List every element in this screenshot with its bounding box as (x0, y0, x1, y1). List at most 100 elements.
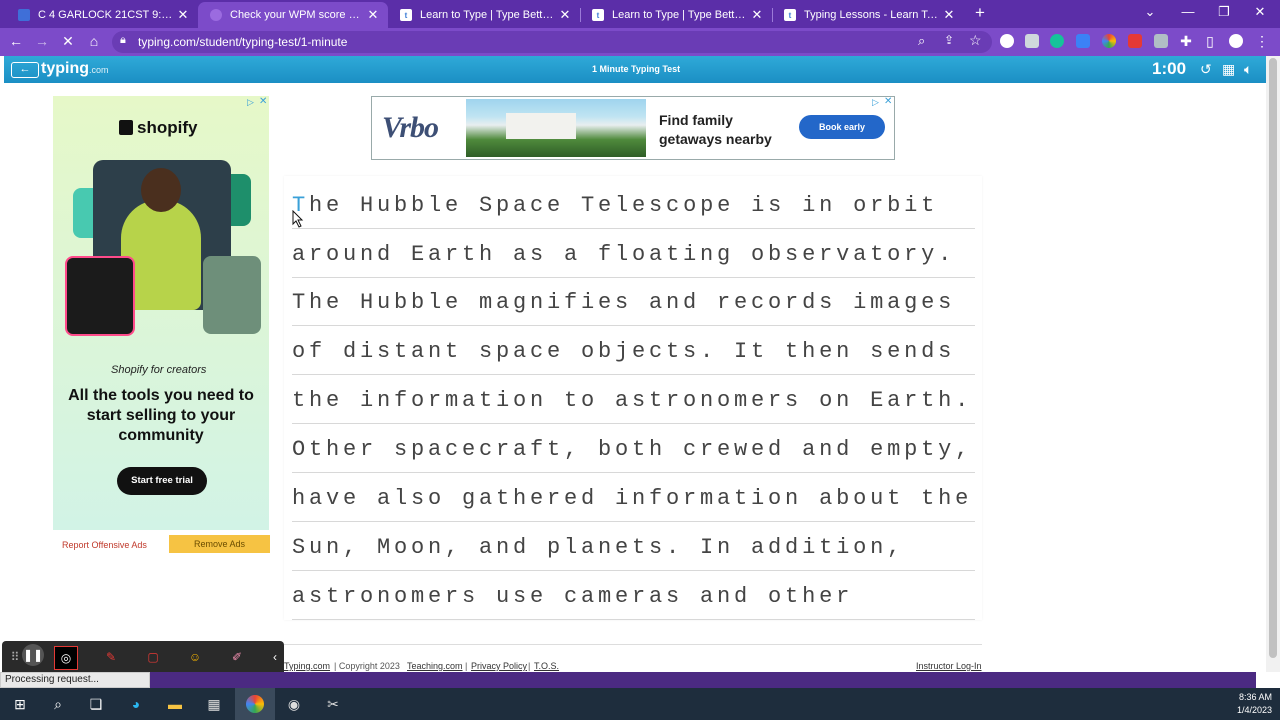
task-view-icon[interactable]: ❏ (86, 694, 106, 714)
scrollbar-thumb[interactable] (1269, 58, 1277, 658)
close-icon[interactable]: ✕ (364, 7, 382, 23)
status-bar: Processing request... (0, 672, 150, 688)
line-text: Sun, Moon, and planets. In addition, (292, 535, 905, 560)
tab-learn-to-type-1[interactable]: t Learn to Type | Type Better | Type ✕ (388, 2, 580, 28)
privacy-policy-link[interactable]: Privacy Policy (471, 661, 527, 671)
back-icon[interactable]: ← (6, 33, 26, 49)
calculator-icon[interactable]: ▦ (204, 694, 224, 714)
new-tab-button[interactable]: + (966, 3, 994, 23)
close-icon[interactable]: ✕ (174, 7, 192, 23)
chrome-taskbar-icon[interactable] (235, 688, 275, 720)
recorder-app-icon[interactable]: ◉ (284, 694, 304, 714)
extension-icon[interactable] (1076, 34, 1090, 48)
puzzle-extensions-icon[interactable]: ✚ (1176, 33, 1196, 50)
chrome-extension-icon[interactable] (1102, 34, 1116, 48)
back-arrow-button[interactable]: ← (11, 62, 39, 78)
lock-icon: 🔒︎ (120, 34, 126, 46)
separator: | (528, 661, 531, 671)
eraser-icon[interactable]: ✐ (226, 646, 248, 668)
typing-logo[interactable]: typing.com (41, 60, 109, 78)
url-text[interactable]: typing.com/student/typing-test/1-minute (138, 35, 347, 49)
close-icon[interactable]: ✕ (940, 7, 958, 23)
remove-ads-button[interactable]: Remove Ads (169, 535, 270, 553)
typing-text-panel[interactable]: The Hubble Space Telescope is in orbit a… (284, 176, 982, 620)
maximize-icon[interactable]: ❐ (1210, 4, 1238, 20)
window-close-icon[interactable]: ✕ (1246, 4, 1274, 20)
typing-icon: t (784, 9, 796, 21)
profile-avatar-icon[interactable] (1229, 34, 1243, 48)
adchoices-icon[interactable]: ▷ (247, 97, 254, 108)
zoom-search-icon[interactable]: ⌕ (918, 33, 925, 49)
rectangle-icon[interactable]: ▢ (142, 646, 164, 668)
bookmark-star-icon[interactable]: ☆ (969, 32, 982, 49)
purple-strip (150, 672, 1256, 688)
address-bar[interactable]: 🔒︎ typing.com/student/typing-test/1-minu… (112, 31, 992, 53)
windows-start-icon[interactable]: ⊞ (10, 694, 30, 714)
reload-icon[interactable]: ✕ (58, 33, 78, 50)
menu-kebab-icon[interactable]: ⋮ (1252, 33, 1272, 50)
tab-classroom[interactable]: C 4 GARLOCK 21CST 9:05-9:45 ✕ (6, 2, 198, 28)
ad-tagline: Shopify for creators (111, 364, 207, 376)
tab-title: Learn to Type | Type Better | Type (420, 9, 556, 21)
digital-art-card (65, 256, 135, 336)
collapse-chevron-icon[interactable]: ‹ (264, 646, 286, 668)
extension-icon[interactable] (1000, 34, 1014, 48)
ad-line-2: getaways nearby (659, 131, 772, 147)
report-offensive-ads-link[interactable]: Report Offensive Ads (62, 540, 147, 550)
forward-icon[interactable]: → (32, 33, 52, 49)
screen-recorder-toolbar: ⠿ ❚❚ ◎ ✎ ▢ ☺ ✐ ‹ (2, 641, 284, 676)
extension-icon[interactable] (1128, 34, 1142, 48)
tos-link[interactable]: T.O.S. (534, 661, 559, 671)
tab-wpm-check[interactable]: Check your WPM score with a fr ✕ (198, 2, 388, 28)
record-icon[interactable]: ◎ (54, 646, 78, 670)
shopify-ad[interactable]: ▷ ✕ shopify Shopify for creators All the… (53, 96, 269, 530)
typing-com-link[interactable]: Typing.com (284, 661, 330, 671)
ad-close-icon[interactable]: ✕ (884, 96, 892, 107)
share-icon[interactable]: ⇪ (944, 33, 954, 47)
extension-icon[interactable] (1025, 34, 1039, 48)
stats-icon[interactable]: ▦ (1222, 61, 1235, 78)
home-icon[interactable]: ⌂ (84, 33, 104, 49)
sound-icon[interactable]: 🔈︎ (1244, 61, 1252, 78)
tab-search-icon[interactable]: ⌄ (1136, 4, 1164, 20)
typing-icon: t (592, 9, 604, 21)
grammarly-icon[interactable] (1050, 34, 1064, 48)
snipping-tool-icon[interactable]: ✂ (323, 694, 343, 714)
ad-headline: All the tools you need to start selling … (68, 387, 254, 444)
ad-close-icon[interactable]: ✕ (259, 96, 267, 107)
text-line: Other spacecraft, both crewed and empty, (292, 423, 975, 473)
browser-tab-strip: C 4 GARLOCK 21CST 9:05-9:45 ✕ Check your… (0, 0, 1280, 28)
pen-icon[interactable]: ✎ (100, 646, 122, 668)
tab-title: C 4 GARLOCK 21CST 9:05-9:45 (38, 9, 174, 21)
tab-learn-to-type-2[interactable]: t Learn to Type | Type Better | Type ✕ (580, 2, 772, 28)
adchoices-icon[interactable]: ▷ (872, 97, 879, 108)
extension-icon[interactable] (1154, 34, 1168, 48)
search-icon[interactable]: ⌕ (48, 694, 68, 714)
book-early-button[interactable]: Book early (799, 115, 885, 139)
page-scrollbar[interactable] (1266, 56, 1280, 672)
text-line: around Earth as a floating observatory. (292, 228, 975, 278)
edge-icon[interactable]: ◕ (126, 694, 146, 714)
emoji-icon[interactable]: ☺ (184, 646, 206, 668)
start-free-trial-button[interactable]: Start free trial (117, 467, 207, 495)
system-clock[interactable]: 8:36 AM 1/4/2023 (1237, 691, 1272, 717)
teaching-com-link[interactable]: Teaching.com (407, 661, 463, 671)
clock-time: 8:36 AM (1238, 692, 1272, 702)
vrbo-ad[interactable]: Vrbo Find family getaways nearby Book ea… (371, 96, 895, 160)
file-explorer-icon[interactable]: ▬ (165, 694, 185, 714)
browser-toolbar: ← → ✕ ⌂ 🔒︎ typing.com/student/typing-tes… (0, 28, 1280, 56)
close-icon[interactable]: ✕ (556, 7, 574, 23)
history-icon[interactable]: ↺ (1200, 61, 1212, 78)
instructor-login-link[interactable]: Instructor Log-In (916, 661, 982, 671)
close-icon[interactable]: ✕ (748, 7, 766, 23)
text-line: astronomers use cameras and other (292, 570, 975, 620)
mouse-cursor-icon (292, 210, 304, 228)
tshirt-card (203, 256, 261, 334)
minimize-icon[interactable]: — (1174, 4, 1202, 19)
tab-typing-lessons[interactable]: t Typing Lessons - Learn To Type A ✕ (772, 2, 964, 28)
line-text: The Hubble magnifies and records images (292, 290, 956, 315)
person-head (141, 168, 181, 212)
text-line: of distant space objects. It then sends (292, 325, 975, 375)
side-panel-icon[interactable]: ▯ (1200, 33, 1220, 50)
pause-icon[interactable]: ❚❚ (22, 644, 44, 666)
